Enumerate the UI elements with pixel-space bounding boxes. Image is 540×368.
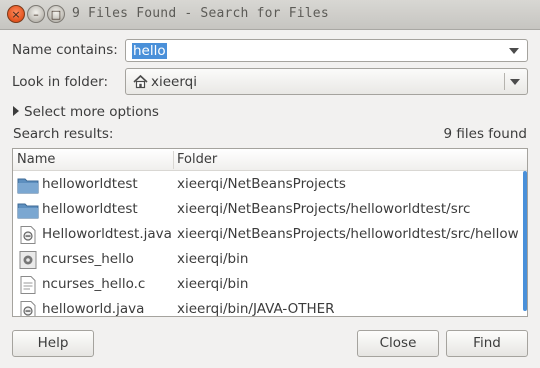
name-contains-combo[interactable]: hello	[125, 39, 528, 62]
folder-icon	[17, 178, 39, 194]
table-row[interactable]: helloworld.java xieerqi/bin/JAVA-OTHER	[13, 297, 527, 317]
java-file-icon	[20, 226, 36, 244]
find-button[interactable]: Find	[446, 330, 528, 357]
file-name: ncurses_hello.c	[42, 276, 146, 292]
file-name: ncurses_hello	[42, 251, 134, 267]
home-folder-icon	[133, 74, 148, 89]
results-count: 9 files found	[443, 126, 527, 142]
folder-value: xieerqi	[151, 74, 197, 90]
file-name: helloworldtest	[42, 201, 138, 217]
minimize-icon: –	[33, 7, 39, 21]
file-folder: xieerqi/NetBeansProjects	[177, 176, 346, 192]
table-row[interactable]: ncurses_hello.c xieerqi/bin	[13, 272, 527, 297]
column-divider[interactable]	[173, 151, 174, 169]
close-icon: ×	[11, 7, 21, 21]
more-options-expander[interactable]: Select more options	[13, 104, 159, 120]
table-row[interactable]: helloworldtest xieerqi/NetBeansProjects	[13, 172, 527, 197]
dropdown-arrow-icon[interactable]	[510, 79, 520, 85]
close-button[interactable]: Close	[357, 330, 439, 357]
file-folder: xieerqi/NetBeansProjects/helloworldtest/…	[177, 226, 519, 242]
dropdown-arrow-icon[interactable]	[509, 48, 519, 54]
name-contains-label: Name contains:	[12, 42, 118, 58]
folder-icon	[17, 203, 39, 219]
window-maximize-button[interactable]: □	[47, 5, 65, 23]
window-close-button[interactable]: ×	[7, 5, 25, 23]
column-header-name[interactable]: Name	[17, 152, 55, 167]
window-minimize-button[interactable]: –	[27, 5, 45, 23]
table-row[interactable]: Helloworldtest.java xieerqi/NetBeansProj…	[13, 222, 527, 247]
name-contains-input[interactable]: hello	[132, 43, 167, 59]
file-name: helloworld.java	[42, 301, 145, 317]
file-folder: xieerqi/NetBeansProjects/helloworldtest/…	[177, 201, 471, 217]
file-folder: xieerqi/bin/JAVA-OTHER	[177, 301, 335, 317]
results-list[interactable]: Name Folder helloworldtest xieerqi/NetBe…	[12, 148, 528, 317]
java-file-icon	[20, 301, 36, 316]
help-button[interactable]: Help	[12, 330, 94, 357]
file-name: Helloworldtest.java	[42, 226, 172, 242]
file-folder: xieerqi/bin	[177, 251, 249, 267]
look-in-folder-label: Look in folder:	[12, 74, 109, 90]
scrollbar[interactable]	[523, 171, 527, 311]
table-row[interactable]: helloworldtest xieerqi/NetBeansProjects/…	[13, 197, 527, 222]
maximize-icon: □	[50, 7, 62, 21]
results-header: Name Folder	[13, 149, 527, 171]
combo-separator	[504, 73, 505, 90]
executable-icon	[19, 251, 37, 269]
file-name: helloworldtest	[42, 176, 138, 192]
title-bar: × – □ 9 Files Found - Search for Files	[0, 0, 540, 30]
table-row[interactable]: ncurses_hello xieerqi/bin	[13, 247, 527, 272]
more-options-label: Select more options	[24, 104, 159, 120]
column-header-folder[interactable]: Folder	[177, 152, 217, 167]
search-results-label: Search results:	[13, 126, 114, 142]
text-file-icon	[20, 276, 36, 294]
window-title: 9 Files Found - Search for Files	[72, 6, 329, 21]
expander-arrow-icon	[13, 106, 19, 116]
file-folder: xieerqi/bin	[177, 276, 249, 292]
look-in-folder-select[interactable]: xieerqi	[125, 68, 528, 95]
